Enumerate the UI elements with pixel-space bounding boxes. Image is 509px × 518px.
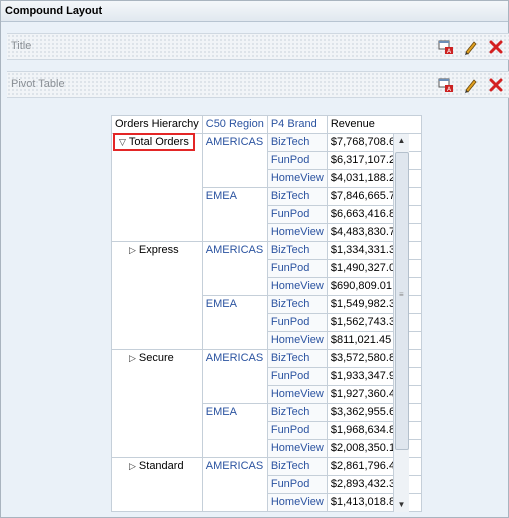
region-cell[interactable]: EMEA (201, 295, 268, 350)
brand-cell[interactable]: BizTech (266, 457, 328, 476)
title-view-label: Title (11, 40, 32, 52)
brand-cell[interactable]: HomeView (266, 493, 328, 512)
hierarchy-label: Standard (138, 460, 184, 472)
vertical-scrollbar[interactable]: ▲ ≡ ▼ (393, 134, 409, 512)
region-cell[interactable]: EMEA (201, 187, 268, 242)
brand-cell[interactable]: HomeView (266, 169, 328, 188)
brand-cell[interactable]: HomeView (266, 331, 328, 350)
format-view-icon[interactable]: A (438, 39, 454, 55)
brand-cell[interactable]: HomeView (266, 385, 328, 404)
hierarchy-label: Total Orders (128, 136, 189, 148)
table-row: ▷ Standard AMERICAS BizTech $2,861,796.44 (111, 457, 423, 512)
brand-cell[interactable]: FunPod (266, 205, 328, 224)
expand-triangle-icon[interactable]: ▷ (129, 458, 136, 475)
hierarchy-cell[interactable]: ▽ Total Orders (111, 133, 203, 242)
hierarchy-member[interactable]: ▷ Express (115, 244, 179, 256)
region-cell[interactable]: AMERICAS (201, 241, 268, 296)
table-row: ▽ Total Orders AMERICAS BizTech $7,768,708.6… (111, 133, 423, 242)
brand-cell[interactable]: HomeView (266, 223, 328, 242)
delete-x-icon[interactable] (488, 77, 504, 93)
brand-cell[interactable]: BizTech (266, 241, 328, 260)
brand-cell[interactable]: FunPod (266, 367, 328, 386)
hierarchy-cell[interactable]: ▷ Standard (111, 457, 203, 512)
brand-cell[interactable]: BizTech (266, 133, 328, 152)
table-row: ▷ Express AMERICAS BizTech $1,334,331.37 (111, 241, 423, 350)
edit-pencil-icon[interactable] (463, 77, 479, 93)
column-header-revenue[interactable]: Revenue (326, 115, 423, 134)
column-header-region[interactable]: C50 Region (201, 115, 268, 134)
brand-cell[interactable]: BizTech (266, 403, 328, 422)
region-cell[interactable]: AMERICAS (201, 133, 268, 188)
brand-cell[interactable]: HomeView (266, 277, 328, 296)
hierarchy-label: Express (138, 244, 179, 256)
brand-cell[interactable]: FunPod (266, 475, 328, 494)
column-header-orders-hierarchy[interactable]: Orders Hierarchy (111, 115, 203, 134)
hierarchy-member-selected[interactable]: ▽ Total Orders (113, 133, 195, 151)
hierarchy-label: Secure (138, 352, 174, 364)
region-cell[interactable]: EMEA (201, 403, 268, 458)
table-row: ▷ Secure AMERICAS BizTech $3,572,580.86 (111, 349, 423, 458)
collapse-triangle-icon[interactable]: ▽ (119, 135, 126, 149)
brand-cell[interactable]: BizTech (266, 295, 328, 314)
column-header-brand[interactable]: P4 Brand (266, 115, 328, 134)
brand-cell[interactable]: HomeView (266, 439, 328, 458)
hierarchy-member[interactable]: ▷ Secure (115, 352, 174, 364)
brand-cell[interactable]: FunPod (266, 421, 328, 440)
pivot-view-label: Pivot Table (11, 78, 65, 90)
region-cell[interactable]: AMERICAS (201, 349, 268, 404)
expand-triangle-icon[interactable]: ▷ (129, 242, 136, 259)
delete-x-icon[interactable] (488, 39, 504, 55)
title-view-band: Title A (7, 33, 509, 60)
hierarchy-member[interactable]: ▷ Standard (115, 460, 184, 472)
brand-cell[interactable]: FunPod (266, 151, 328, 170)
brand-cell[interactable]: FunPod (266, 259, 328, 278)
compound-layout-header: Compound Layout (1, 1, 508, 22)
expand-triangle-icon[interactable]: ▷ (129, 350, 136, 367)
hierarchy-cell[interactable]: ▷ Secure (111, 349, 203, 458)
hierarchy-cell[interactable]: ▷ Express (111, 241, 203, 350)
region-cell[interactable]: AMERICAS (201, 457, 268, 512)
format-view-icon[interactable]: A (438, 77, 454, 93)
scroll-up-arrow-icon[interactable]: ▲ (394, 134, 409, 148)
brand-cell[interactable]: BizTech (266, 187, 328, 206)
pivot-view-band: Pivot Table A (7, 71, 509, 98)
scroll-down-arrow-icon[interactable]: ▼ (394, 498, 409, 512)
edit-pencil-icon[interactable] (463, 39, 479, 55)
brand-cell[interactable]: BizTech (266, 349, 328, 368)
pivot-table: Orders Hierarchy C50 Region P4 Brand Rev… (111, 115, 423, 512)
scrollbar-thumb[interactable]: ≡ (395, 152, 409, 450)
brand-cell[interactable]: FunPod (266, 313, 328, 332)
